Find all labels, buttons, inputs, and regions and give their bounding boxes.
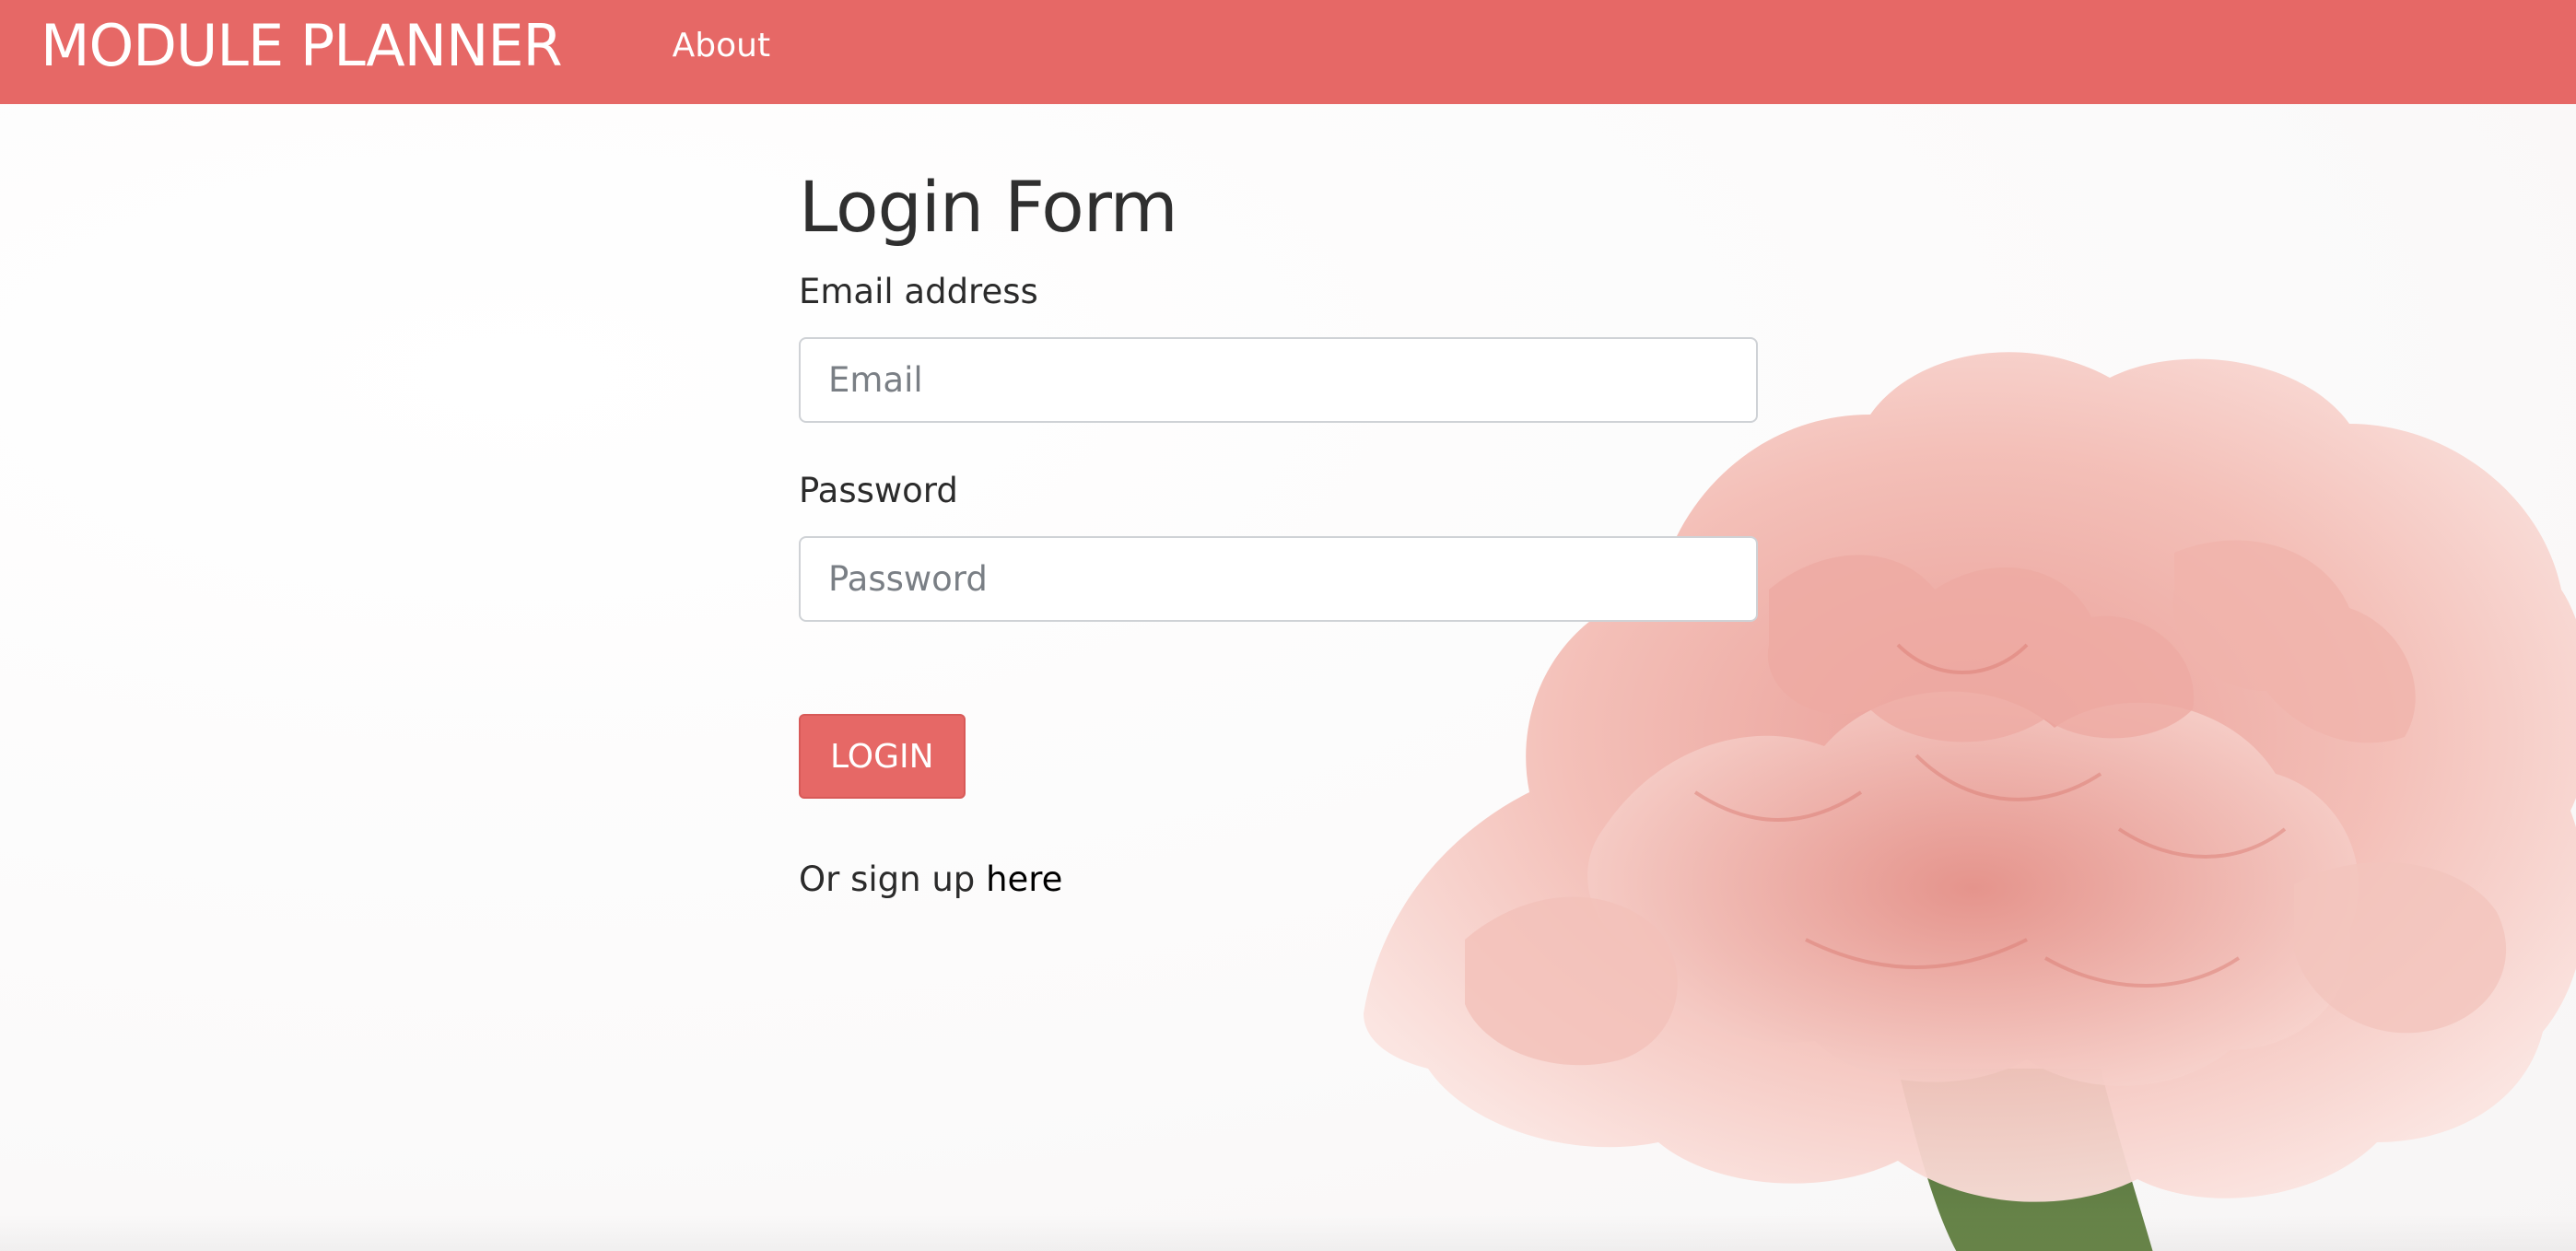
signup-line: Or sign up here [799, 859, 1757, 899]
email-field[interactable] [799, 337, 1758, 423]
page-title: Login Form [799, 166, 1178, 248]
password-label: Password [799, 471, 958, 510]
login-button[interactable]: LOGIN [799, 714, 966, 799]
password-group: Password [799, 471, 1758, 622]
email-label: Email address [799, 272, 1038, 311]
email-group: Email address [799, 272, 1758, 423]
login-form: Login Form Email address Password LOGIN … [799, 166, 1758, 899]
password-field[interactable] [799, 536, 1758, 622]
signup-prefix: Or sign up [799, 859, 987, 899]
signup-link[interactable]: here [986, 859, 1062, 899]
bottom-shadow [0, 1214, 2576, 1251]
top-navbar: MODULE PLANNER About [0, 0, 2576, 104]
nav-link-about[interactable]: About [673, 27, 770, 64]
brand-logo[interactable]: MODULE PLANNER [41, 12, 563, 79]
page: MODULE PLANNER About Login Form Email ad… [0, 0, 2576, 1251]
